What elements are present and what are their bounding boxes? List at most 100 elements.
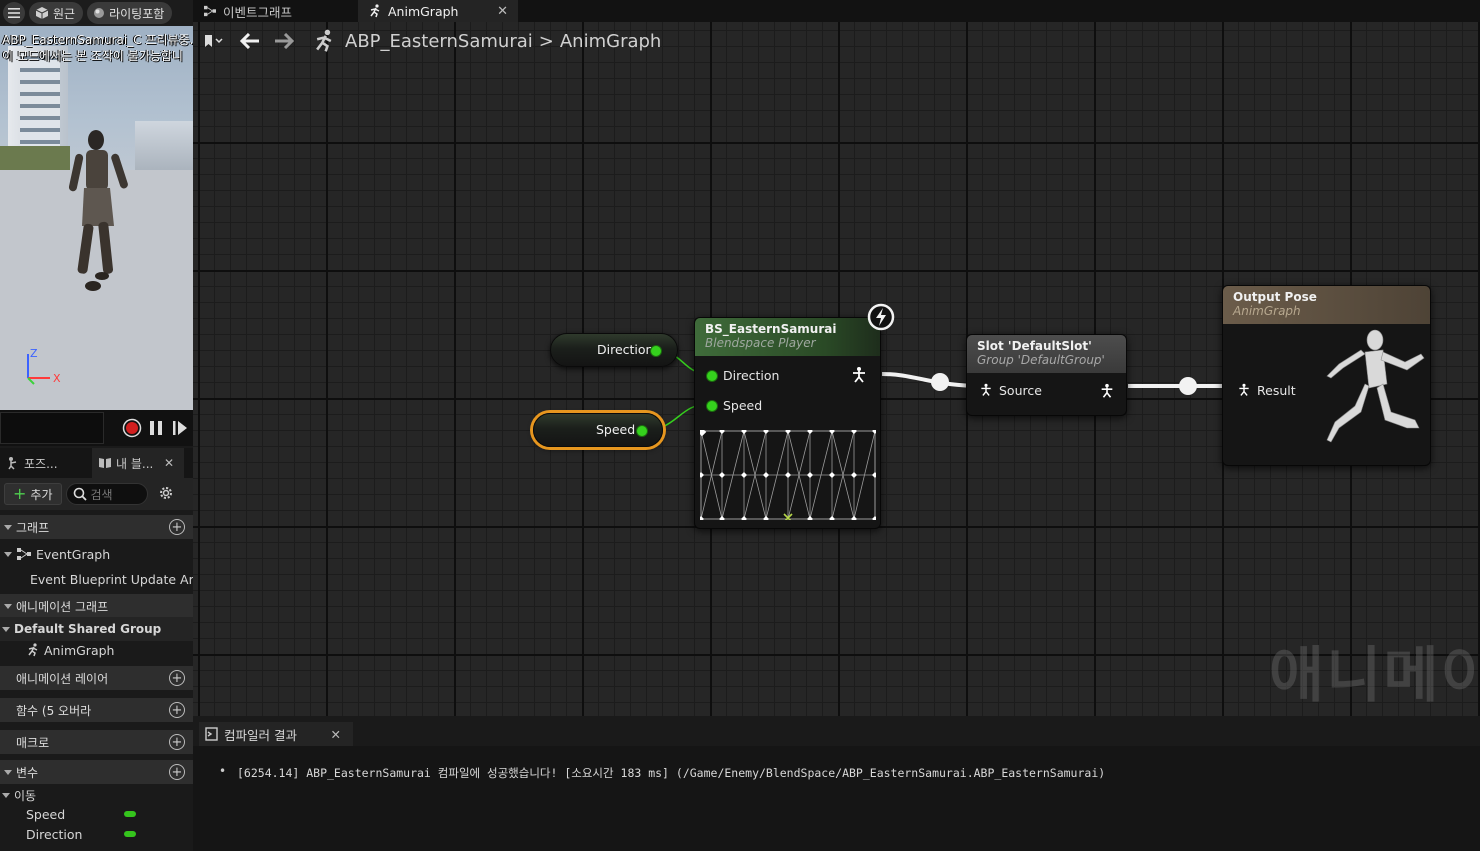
- pin-speed[interactable]: Speed: [707, 398, 762, 413]
- preview-viewport[interactable]: ABP_EasternSamurai_C 프리뷰중. 이 모드에서는 본 조작이…: [0, 26, 193, 410]
- variable-node-speed[interactable]: Speed: [533, 413, 663, 447]
- add-layer-icon[interactable]: +: [169, 670, 185, 686]
- log-icon: [205, 727, 218, 741]
- section-functions[interactable]: 함수 (5 오버라 +: [0, 698, 193, 722]
- output-pin[interactable]: [637, 426, 647, 436]
- compiler-log: • [6254.14] ABP_EasternSamurai 컴파일에 성공했습…: [193, 746, 1480, 851]
- anim-graph-canvas[interactable]: ABP_EasternSamurai > AnimGraph 애니메이 Dire…: [193, 22, 1480, 716]
- section-variables[interactable]: 변수 +: [0, 760, 193, 784]
- pin-source[interactable]: Source: [979, 382, 1042, 398]
- back-button[interactable]: [233, 24, 267, 58]
- blendspace-player-node[interactable]: BS_EasternSamurai Blendspace Player Dire…: [694, 317, 881, 529]
- tab-event-graph-label: 이벤트그래프: [223, 4, 293, 20]
- bookmark-button[interactable]: [193, 24, 233, 58]
- variable-direction-label: Direction: [26, 826, 83, 842]
- search-input[interactable]: 검색: [65, 483, 148, 505]
- pin-speed-label: Speed: [723, 398, 763, 413]
- step-forward-button[interactable]: [170, 418, 190, 438]
- section-anim-layers[interactable]: 애니메이션 레이어 +: [0, 666, 193, 690]
- perspective-label: 원근: [53, 6, 76, 21]
- forward-button[interactable]: [267, 24, 301, 58]
- pose-output-pin-icon[interactable]: [850, 366, 868, 384]
- wire-knot: [931, 373, 949, 391]
- output-pin[interactable]: [651, 346, 661, 356]
- graph-watermark: 애니메이: [1269, 641, 1480, 711]
- slot-node[interactable]: Slot 'DefaultSlot' Group 'DefaultGroup' …: [966, 334, 1127, 416]
- close-icon[interactable]: ✕: [164, 456, 174, 470]
- anim-blueprint-icon-holder: [307, 24, 341, 58]
- record-button[interactable]: [122, 418, 142, 438]
- expand-arrow-icon: [4, 603, 12, 609]
- variable-type-pill: [124, 811, 136, 817]
- pose-input-pin-icon[interactable]: [1237, 382, 1251, 398]
- breadcrumb-graph[interactable]: AnimGraph: [560, 31, 661, 52]
- search-icon: [73, 487, 87, 501]
- tab-my-blueprint-label: 내 블...: [116, 456, 154, 471]
- running-man-icon: [28, 643, 38, 657]
- tree-item-anim-graph-label: AnimGraph: [44, 642, 115, 658]
- section-functions-label: 함수 (5 오버라: [16, 703, 92, 718]
- tree-item-anim-graph[interactable]: AnimGraph: [0, 638, 193, 662]
- preview-message-line2: 이 모드에서는 본 조작이 불가능합니: [2, 49, 183, 63]
- add-macro-icon[interactable]: +: [169, 734, 185, 750]
- tree-item-event-update[interactable]: Event Blueprint Update Ar: [0, 567, 193, 591]
- section-anim-graphs-label: 애니메이션 그래프: [16, 599, 109, 614]
- tab-compiler-results[interactable]: 컴파일러 결과 ✕: [199, 722, 353, 746]
- tree-item-event-graph-label: EventGraph: [36, 546, 111, 562]
- pose-output-pin-icon[interactable]: [1099, 382, 1115, 400]
- tab-my-blueprint[interactable]: 내 블... ✕: [92, 448, 184, 478]
- add-function-icon[interactable]: +: [169, 702, 185, 718]
- pause-button[interactable]: [146, 418, 166, 438]
- arrow-left-icon: [240, 33, 259, 49]
- tab-compiler-results-label: 컴파일러 결과: [224, 727, 297, 743]
- close-icon[interactable]: ✕: [497, 4, 508, 19]
- tab-anim-graph[interactable]: AnimGraph ✕: [358, 0, 518, 22]
- compiler-message: [6254.14] ABP_EasternSamurai 컴파일에 성공했습니다…: [237, 766, 1106, 780]
- grass-area: [0, 146, 70, 172]
- pin-source-label: Source: [999, 382, 1042, 398]
- settings-button[interactable]: [158, 485, 174, 504]
- breadcrumb-separator: >: [538, 30, 554, 52]
- axis-gizmo: Z X: [27, 347, 61, 385]
- add-button[interactable]: + 추가: [4, 483, 62, 505]
- pin-direction[interactable]: Direction: [707, 368, 779, 383]
- tree-item-default-group-label: Default Shared Group: [14, 622, 162, 636]
- tree-item-event-update-label: Event Blueprint Update Ar: [30, 571, 193, 587]
- pose-input-pin-icon[interactable]: [979, 382, 993, 398]
- variable-node-direction-label: Direction: [597, 342, 654, 357]
- perspective-button[interactable]: 원근: [29, 2, 84, 24]
- breadcrumb-asset[interactable]: ABP_EasternSamurai: [345, 31, 533, 52]
- section-graphs[interactable]: 그래프 +: [0, 515, 193, 539]
- input-pin[interactable]: [707, 400, 717, 411]
- lighting-mode-button[interactable]: 라이팅포함: [87, 2, 173, 24]
- variable-node-direction[interactable]: Direction: [550, 333, 678, 367]
- lighting-label: 라이팅포함: [109, 6, 165, 21]
- output-pose-node[interactable]: Output Pose AnimGraph Result: [1222, 285, 1431, 466]
- pin-result[interactable]: Result: [1237, 382, 1296, 398]
- tab-pose-watch[interactable]: 포즈...: [0, 448, 92, 478]
- section-variables-label: 변수: [16, 765, 39, 780]
- expand-arrow-icon: [4, 769, 12, 775]
- variable-direction[interactable]: Direction: [0, 823, 193, 845]
- recording-bar: [0, 410, 193, 446]
- blendspace-node-subtitle: Blendspace Player: [705, 336, 816, 350]
- section-graphs-label: 그래프: [16, 520, 50, 535]
- input-pin[interactable]: [707, 370, 717, 381]
- background-building: [20, 56, 60, 146]
- variable-node-speed-label: Speed: [596, 422, 636, 437]
- section-anim-graphs[interactable]: 애니메이션 그래프: [0, 594, 193, 618]
- add-variable-icon[interactable]: +: [169, 764, 185, 780]
- variable-speed[interactable]: Speed: [0, 803, 193, 825]
- panel-tabs: 포즈... 내 블... ✕: [0, 448, 193, 478]
- record-icon: [122, 418, 142, 438]
- tab-event-graph[interactable]: 이벤트그래프: [193, 0, 353, 22]
- viewport-menu-button[interactable]: [3, 2, 25, 24]
- wire-knot: [1179, 377, 1197, 395]
- output-node-subtitle: AnimGraph: [1233, 304, 1301, 318]
- tree-item-event-graph[interactable]: EventGraph: [0, 542, 193, 566]
- section-macros[interactable]: 매크로 +: [0, 730, 193, 754]
- recording-timeline[interactable]: [0, 412, 104, 444]
- close-icon[interactable]: ✕: [331, 727, 341, 742]
- add-graph-icon[interactable]: +: [169, 519, 185, 535]
- bookmark-icon: [205, 35, 223, 47]
